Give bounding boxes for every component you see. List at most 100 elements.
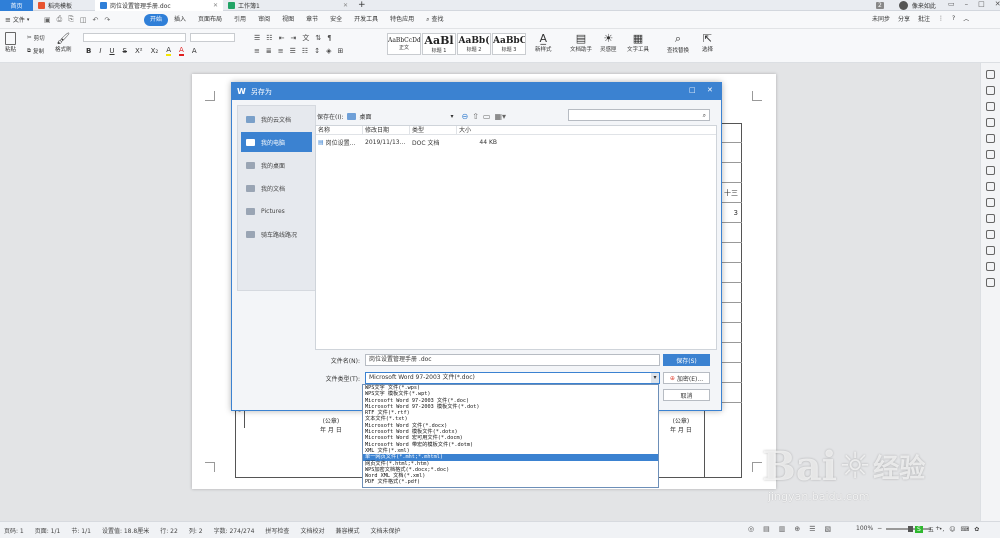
- restore-icon[interactable]: ▭: [948, 0, 955, 8]
- place-route[interactable]: 骑车路线路况: [241, 224, 312, 244]
- zoom-value[interactable]: 100%: [856, 525, 873, 532]
- more-icon[interactable]: ⋮: [938, 15, 944, 22]
- close-window-icon[interactable]: ✕: [995, 0, 1000, 8]
- zoom-out-icon[interactable]: −: [877, 525, 882, 532]
- save-button[interactable]: 保存(S): [663, 354, 710, 366]
- inspiration-button[interactable]: ☀ 灵感匣: [600, 32, 617, 53]
- style-heading-2[interactable]: AaBb( 标题 2: [457, 33, 491, 55]
- grid-icon[interactable]: [986, 150, 995, 159]
- file-list[interactable]: 名称 修改日期 类型 大小 ▤ 岗位设置... 2019/11/13... DOC…: [315, 125, 717, 350]
- apps-icon[interactable]: [986, 166, 995, 175]
- highlight-icon[interactable]: A: [166, 46, 172, 56]
- notification-badge[interactable]: 2: [876, 2, 884, 9]
- ime-mode[interactable]: 五: [928, 525, 934, 534]
- status-spellcheck[interactable]: 拼写检查: [265, 526, 289, 535]
- justify-icon[interactable]: ☰: [290, 47, 296, 55]
- new-folder-icon[interactable]: ▭: [483, 112, 491, 121]
- help-icon[interactable]: [986, 278, 995, 287]
- select-button[interactable]: ⇱ 选择: [702, 32, 713, 53]
- pen-icon[interactable]: [986, 86, 995, 95]
- underline-icon[interactable]: U: [109, 47, 114, 55]
- column-type[interactable]: 类型: [410, 125, 457, 135]
- tab-document[interactable]: 岗位设置管理手册.doc ✕: [95, 0, 223, 11]
- font-color-icon[interactable]: A: [179, 46, 184, 56]
- read-mode-icon[interactable]: ▧: [825, 525, 832, 533]
- file-row[interactable]: ▤ 岗位设置... 2019/11/13... DOC 文档 44 KB: [316, 137, 716, 147]
- find-replace-button[interactable]: ⌕ 查找替换: [667, 32, 689, 54]
- menu-special[interactable]: 特色应用: [384, 14, 420, 26]
- cursor-icon[interactable]: [986, 102, 995, 111]
- preview-icon[interactable]: ◫: [80, 16, 87, 24]
- status-protect[interactable]: 文档未保护: [370, 526, 400, 535]
- distribute-icon[interactable]: ☷: [302, 47, 308, 55]
- chinese-layout-icon[interactable]: ⽂: [302, 33, 309, 43]
- align-right-icon[interactable]: ≡: [278, 47, 284, 55]
- status-page[interactable]: 页码: 1: [4, 526, 24, 535]
- tab-docer-template[interactable]: 稻壳模板: [33, 0, 95, 11]
- print-icon[interactable]: ⎘: [68, 15, 74, 24]
- new-tab-button[interactable]: +: [353, 0, 371, 11]
- show-marks-icon[interactable]: ¶: [327, 34, 331, 42]
- indent-icon[interactable]: ⇥: [290, 34, 296, 42]
- numbered-list-icon[interactable]: ☷: [266, 34, 272, 42]
- strikethrough-icon[interactable]: S: [123, 47, 127, 55]
- cut-button[interactable]: ✂ 剪切: [27, 34, 45, 42]
- keyboard-icon[interactable]: ⌨: [961, 526, 970, 533]
- undo-icon[interactable]: ↶: [92, 16, 98, 24]
- text-tools-button[interactable]: ▦ 文字工具: [627, 32, 649, 53]
- skin-icon[interactable]: ✿: [974, 526, 979, 533]
- edit-icon[interactable]: [986, 70, 995, 79]
- save-icon[interactable]: ▣: [44, 16, 51, 24]
- avatar[interactable]: [898, 1, 908, 10]
- menu-review[interactable]: 审阅: [252, 14, 276, 26]
- table-icon[interactable]: [986, 198, 995, 207]
- layout-icon[interactable]: [986, 214, 995, 223]
- place-pictures[interactable]: Pictures: [241, 201, 312, 221]
- layout-icon[interactable]: ▤: [763, 525, 770, 533]
- font-size-select[interactable]: [190, 33, 235, 42]
- status-wordcount[interactable]: 字数: 274/274: [214, 526, 255, 535]
- italic-icon[interactable]: I: [99, 47, 101, 55]
- file-menu[interactable]: ≡ 文件 ▾: [0, 15, 44, 25]
- user-name[interactable]: 像来如此: [912, 1, 936, 10]
- menu-references[interactable]: 引用: [228, 14, 252, 26]
- share-button[interactable]: 分享: [898, 14, 910, 23]
- close-icon[interactable]: ✕: [343, 2, 348, 9]
- shapes-icon[interactable]: [986, 118, 995, 127]
- doc-helper-button[interactable]: ▤ 文档助手: [570, 32, 592, 53]
- filetype-option[interactable]: PDF 文件格式(*.pdf): [363, 479, 658, 485]
- filetype-select[interactable]: Microsoft Word 97-2003 文件(*.doc) ▾: [365, 372, 660, 384]
- column-name[interactable]: 名称: [316, 125, 363, 135]
- close-icon[interactable]: ✕: [213, 2, 218, 9]
- copy-button[interactable]: ⧉ 复制: [27, 47, 44, 56]
- line-spacing-icon[interactable]: ↕: [314, 47, 320, 55]
- encrypt-button[interactable]: ⊕ 加密(E)...: [663, 372, 710, 384]
- filename-input[interactable]: 岗位设置管理手册 .doc: [365, 354, 660, 366]
- menu-developer[interactable]: 开发工具: [348, 14, 384, 26]
- align-center-icon[interactable]: ≣: [266, 47, 272, 55]
- column-size[interactable]: 大小: [457, 126, 501, 135]
- menu-insert[interactable]: 插入: [168, 14, 192, 26]
- redo-icon[interactable]: ↷: [104, 16, 110, 24]
- menu-view[interactable]: 视图: [276, 14, 300, 26]
- menu-chapter[interactable]: 章节: [300, 14, 324, 26]
- chevron-down-icon[interactable]: ▾: [651, 373, 659, 383]
- subscript-icon[interactable]: X₂: [151, 47, 159, 55]
- output-pdf-icon[interactable]: ⎙: [57, 15, 63, 24]
- place-cloud[interactable]: 我的云文档: [241, 109, 312, 129]
- paste-button[interactable]: 粘贴: [5, 32, 16, 53]
- dialog-search-input[interactable]: ⌕: [568, 109, 710, 121]
- menu-search[interactable]: ⌕ 查找: [420, 14, 449, 26]
- superscript-icon[interactable]: X²: [135, 47, 143, 55]
- place-computer[interactable]: 我的电脑: [241, 132, 312, 152]
- outline-icon[interactable]: ☰: [809, 525, 815, 533]
- close-icon[interactable]: ✕: [707, 86, 713, 94]
- menu-start[interactable]: 开始: [144, 13, 169, 26]
- focus-icon[interactable]: ◎: [748, 525, 754, 533]
- style-heading-3[interactable]: AaBbC 标题 3: [492, 33, 526, 55]
- page-view-icon[interactable]: ▥: [779, 525, 786, 533]
- place-desktop[interactable]: 我的桌面: [241, 155, 312, 175]
- export-icon[interactable]: [986, 246, 995, 255]
- tab-home[interactable]: 首页: [0, 0, 33, 11]
- menu-security[interactable]: 安全: [324, 14, 348, 26]
